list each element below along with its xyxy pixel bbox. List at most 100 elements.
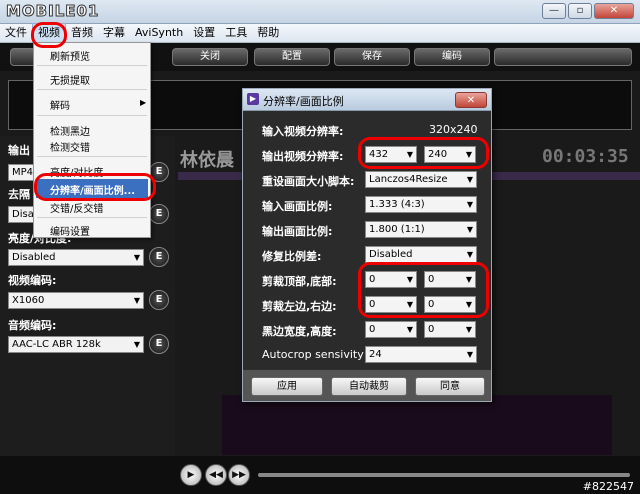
window-controls: — ▫ ✕ <box>542 3 634 19</box>
video-title: 林依晨 <box>180 150 234 171</box>
playback-bar: ▶ ◀◀ ▶▶ #822547 <box>0 456 640 494</box>
audio-codec-select[interactable]: AAC-LC ABR 128k ▼ <box>8 336 144 353</box>
annotation-circle <box>358 262 489 318</box>
border-width-select[interactable]: 0 ▼ <box>365 321 417 338</box>
menu-item-lossless-extract[interactable]: 无损提取 <box>50 72 90 87</box>
resize-script-value: Lanczos4Resize <box>369 174 448 185</box>
maximize-button[interactable]: ▫ <box>568 3 592 19</box>
menu-item-detect-interlace[interactable]: 检测交错 <box>50 139 90 154</box>
output-ratio-label: 输出画面比例: <box>262 225 333 238</box>
output-ratio-value: 1.800 (1:1) <box>369 224 425 235</box>
video-menu: 刷新预览 无损提取 解码 ▶ 检测黑边 检测交错 亮度/对比度 分辨率/画面比例… <box>33 42 151 238</box>
autocrop-value: 24 <box>369 349 382 360</box>
app-icon: ▶ <box>247 93 259 105</box>
menu-file[interactable]: 文件 <box>0 24 32 42</box>
chevron-right-icon: ▶ <box>140 98 147 107</box>
chevron-down-icon: ▼ <box>466 225 473 234</box>
video-codec-value: X1060 <box>12 295 45 306</box>
chevron-down-icon: ▼ <box>133 340 140 349</box>
autocrop-button[interactable]: 自动裁剪 <box>331 377 407 396</box>
brightness-value: Disabled <box>12 252 56 263</box>
play-icon[interactable]: ▶ <box>180 464 202 486</box>
audio-codec-value: AAC-LC ABR 128k <box>12 339 101 350</box>
annotation-circle <box>34 173 156 201</box>
deinterlace-label: 去隔 <box>8 188 30 201</box>
video-preview <box>222 395 612 455</box>
menu-item-encode-settings[interactable]: 编码设置 <box>50 223 90 238</box>
toolbar-save-button[interactable]: 保存 <box>334 48 410 66</box>
border-height-value: 0 <box>428 324 435 335</box>
title-bar: MOBILE01 — ▫ ✕ <box>0 0 640 24</box>
timecode: 00:03:35 <box>542 146 629 167</box>
accept-button[interactable]: 同意 <box>415 377 485 396</box>
input-resolution-value: 320x240 <box>429 123 478 136</box>
border-height-select[interactable]: 0 ▼ <box>424 321 476 338</box>
rewind-icon[interactable]: ◀◀ <box>205 464 227 486</box>
toolbar-config-button[interactable]: 配置 <box>254 48 330 66</box>
output-resolution-label: 输出视频分辨率: <box>262 150 344 163</box>
toolbar-close-button[interactable]: 关闭 <box>172 48 248 66</box>
autocrop-label: Autocrop sensivity <box>262 348 364 361</box>
seek-slider[interactable] <box>258 473 630 477</box>
crop-top-bottom-label: 剪裁顶部,底部: <box>262 275 337 288</box>
video-codec-label: 视频编码: <box>8 274 57 287</box>
annotation-circle <box>31 22 67 48</box>
border-size-label: 黑边宽度,高度: <box>262 325 337 338</box>
audio-codec-edit-button[interactable]: E <box>149 334 169 354</box>
menu-subtitle[interactable]: 字幕 <box>98 24 130 42</box>
chevron-down-icon: ▼ <box>133 253 140 262</box>
output-format-value: MP4 <box>12 167 34 178</box>
video-codec-select[interactable]: X1060 ▼ <box>8 292 144 309</box>
chevron-down-icon: ▼ <box>406 325 413 334</box>
menu-item-refresh-preview[interactable]: 刷新预览 <box>50 48 90 63</box>
forward-icon[interactable]: ▶▶ <box>228 464 250 486</box>
dialog-title: 分辨率/画面比例 <box>263 95 344 108</box>
menu-item-detect-borders[interactable]: 检测黑边 <box>50 123 90 138</box>
watermark: #822547 <box>582 480 634 493</box>
input-ratio-label: 输入画面比例: <box>262 200 333 213</box>
resize-script-label: 重设画面大小脚本: <box>262 175 355 188</box>
annotation-circle <box>358 137 489 169</box>
chevron-down-icon: ▼ <box>466 200 473 209</box>
chevron-down-icon: ▼ <box>466 175 473 184</box>
input-resolution-label: 输入视频分辨率: <box>262 125 344 138</box>
apply-button[interactable]: 应用 <box>251 377 323 396</box>
input-ratio-value: 1.333 (4:3) <box>369 199 425 210</box>
input-ratio-select[interactable]: 1.333 (4:3) ▼ <box>365 196 477 213</box>
menu-settings[interactable]: 设置 <box>188 24 220 42</box>
toolbar-encode-button[interactable]: 编码 <box>414 48 490 66</box>
toolbar-button-extra[interactable] <box>494 48 632 66</box>
menu-item-deinterlace[interactable]: 交错/反交错 <box>50 200 103 215</box>
border-width-value: 0 <box>369 324 376 335</box>
fix-ratio-select[interactable]: Disabled ▼ <box>365 246 477 263</box>
menu-tools[interactable]: 工具 <box>220 24 252 42</box>
minimize-button[interactable]: — <box>542 3 566 19</box>
brightness-select[interactable]: Disabled ▼ <box>8 249 144 266</box>
logo: MOBILE01 <box>5 2 100 21</box>
menu-bar: 文件 视频 音频 字幕 AviSynth 设置 工具 帮助 <box>0 23 640 43</box>
menu-separator <box>37 156 147 157</box>
resize-script-select[interactable]: Lanczos4Resize ▼ <box>365 171 477 188</box>
resolution-dialog: ▶ 分辨率/画面比例 ✕ 输入视频分辨率: 320x240 输出视频分辨率: 4… <box>242 88 492 402</box>
chevron-down-icon: ▼ <box>466 350 473 359</box>
output-label: 输出 <box>8 144 30 157</box>
menu-audio[interactable]: 音频 <box>66 24 98 42</box>
menu-help[interactable]: 帮助 <box>252 24 284 42</box>
crop-left-right-label: 剪裁左边,右边: <box>262 300 337 313</box>
video-codec-edit-button[interactable]: E <box>149 290 169 310</box>
menu-separator <box>37 89 147 90</box>
autocrop-select[interactable]: 24 ▼ <box>365 346 477 363</box>
output-ratio-select[interactable]: 1.800 (1:1) ▼ <box>365 221 477 238</box>
menu-item-decode[interactable]: 解码 <box>50 97 70 112</box>
deinterlace-edit-button[interactable]: E <box>149 204 169 224</box>
audio-codec-label: 音频编码: <box>8 319 57 332</box>
fix-ratio-value: Disabled <box>369 249 413 260</box>
menu-separator <box>37 65 147 66</box>
chevron-down-icon: ▼ <box>465 325 472 334</box>
menu-avisynth[interactable]: AviSynth <box>130 24 188 42</box>
dialog-close-button[interactable]: ✕ <box>455 92 487 108</box>
chevron-down-icon: ▼ <box>466 250 473 259</box>
brightness-edit-button[interactable]: E <box>149 247 169 267</box>
close-button[interactable]: ✕ <box>594 3 634 19</box>
chevron-down-icon: ▼ <box>133 296 140 305</box>
